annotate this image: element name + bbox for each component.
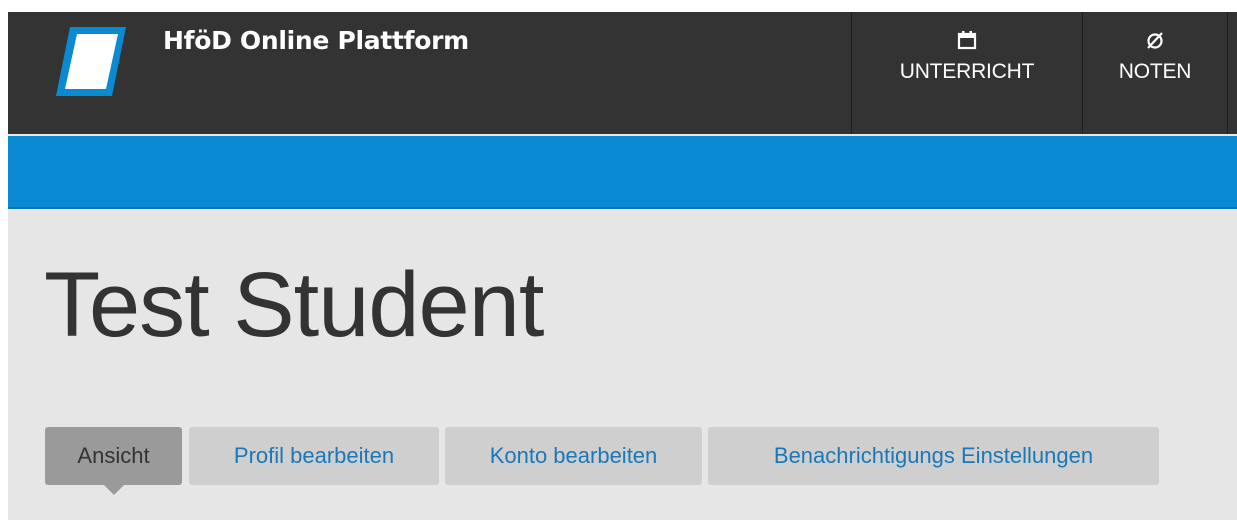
highlight-band — [8, 136, 1237, 209]
tab-profil-bearbeiten[interactable]: Profil bearbeiten — [189, 427, 439, 485]
grades-icon — [1147, 32, 1163, 49]
nav-unterricht-label: UNTERRICHT — [899, 60, 1035, 83]
tab-ansicht[interactable]: Ansicht — [45, 427, 182, 495]
calendar-icon — [957, 31, 977, 50]
tab-konto-bearbeiten[interactable]: Konto bearbeiten — [445, 427, 702, 485]
tab-benachrichtigungs-einstellungen[interactable]: Benachrichtigungs Einstellungen — [708, 427, 1159, 485]
page-frame: HföD Online Plattform UNTERRICHT NOTEN T… — [8, 12, 1237, 520]
nav-unterricht[interactable]: UNTERRICHT — [851, 12, 1082, 134]
site-header: HföD Online Plattform UNTERRICHT NOTEN — [8, 12, 1237, 136]
site-logo[interactable] — [56, 24, 126, 96]
site-name[interactable]: HföD Online Plattform — [163, 26, 469, 55]
nav-divider — [1227, 12, 1237, 134]
nav-noten[interactable]: NOTEN — [1082, 12, 1227, 134]
page-title: Test Student — [44, 254, 544, 356]
nav-noten-label: NOTEN — [1118, 60, 1192, 83]
